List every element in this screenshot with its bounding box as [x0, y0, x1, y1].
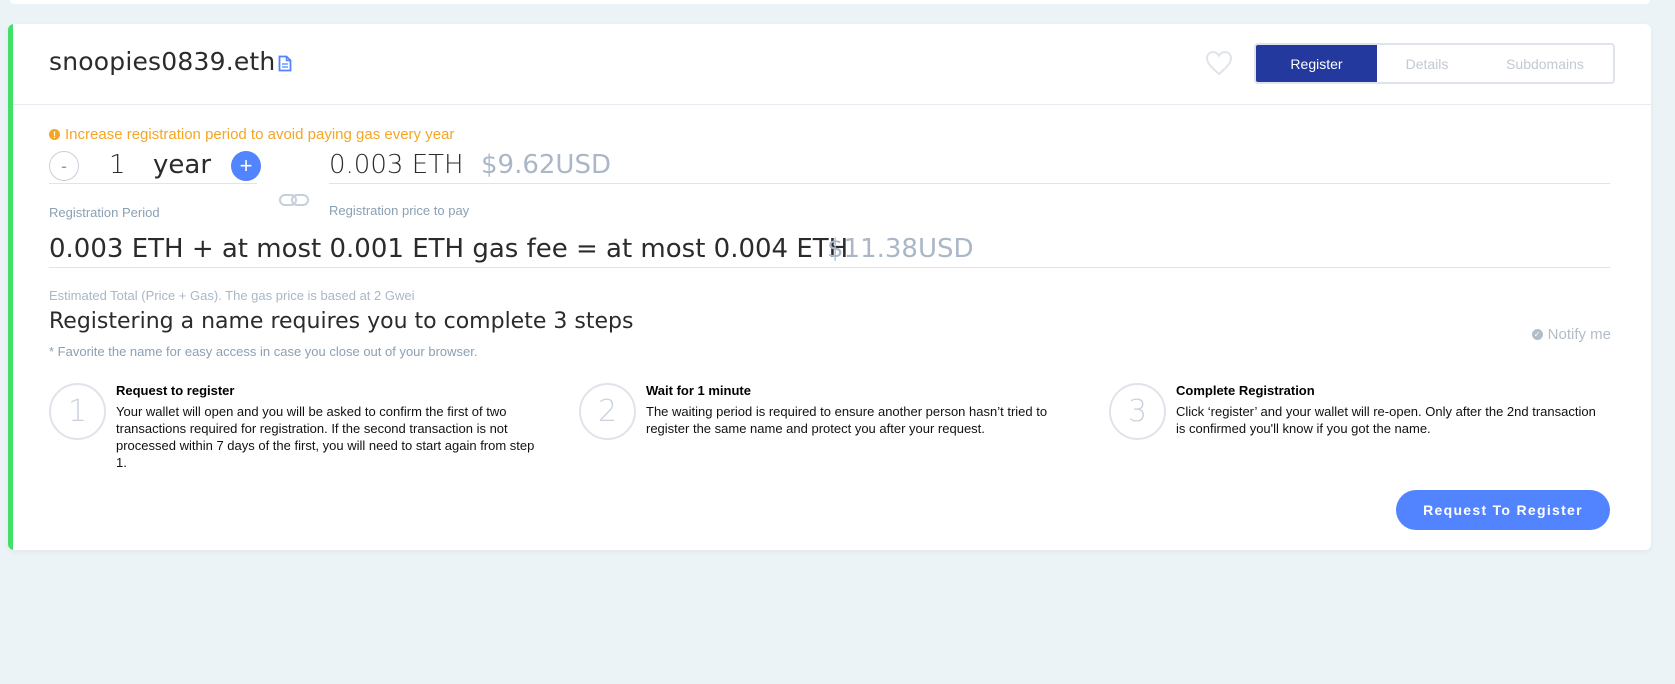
request-to-register-button[interactable]: Request To Register	[1396, 490, 1610, 530]
step-number: 1	[49, 383, 106, 440]
check-icon: ✓	[1531, 329, 1543, 340]
favorite-note: * Favorite the name for easy access in c…	[49, 344, 478, 359]
estimated-total: 0.003 ETH + at most 0.001 ETH gas fee = …	[49, 234, 1610, 268]
domain-registration-card: snoopies0839.eth Register Details Subdom…	[8, 24, 1651, 550]
increase-period-button[interactable]: +	[231, 151, 261, 181]
price-label: Registration price to pay	[329, 203, 470, 218]
step-title: Request to register	[116, 383, 235, 398]
heart-icon[interactable]	[1205, 50, 1233, 76]
total-label: Estimated Total (Price + Gas). The gas p…	[49, 288, 415, 303]
step-number: 2	[579, 383, 636, 440]
tab-register[interactable]: Register	[1256, 45, 1377, 82]
decrease-period-button[interactable]: -	[49, 151, 79, 181]
step-title: Wait for 1 minute	[646, 383, 751, 398]
period-value: 1	[109, 150, 126, 180]
step-1: 1 Request to register Your wallet will o…	[49, 383, 549, 483]
step-number: 3	[1109, 383, 1166, 440]
step-title: Complete Registration	[1176, 383, 1315, 398]
tab-subdomains[interactable]: Subdomains	[1477, 45, 1613, 82]
step-description: The waiting period is required to ensure…	[646, 404, 1048, 436]
registration-period-stepper: - 1 year +	[49, 149, 261, 184]
tab-details[interactable]: Details	[1377, 45, 1477, 82]
notify-me-toggle[interactable]: ✓ Notify me	[1531, 326, 1611, 343]
domain-name: snoopies0839.eth	[49, 47, 276, 76]
card-header: snoopies0839.eth Register Details Subdom…	[13, 24, 1651, 105]
price-usd: $9.62USD	[481, 150, 611, 180]
step-description: Click ‘register’ and your wallet will re…	[1176, 404, 1596, 436]
gas-warning: ! Increase registration period to avoid …	[49, 126, 454, 143]
period-unit: year	[153, 150, 212, 180]
total-usd: $11.38USD	[827, 234, 974, 264]
info-icon: !	[49, 129, 60, 140]
copy-icon[interactable]	[278, 55, 292, 72]
steps-title: Registering a name requires you to compl…	[49, 309, 634, 334]
total-eth: 0.003 ETH + at most 0.001 ETH gas fee = …	[49, 234, 849, 264]
gas-warning-text: Increase registration period to avoid pa…	[65, 126, 455, 143]
notify-label: Notify me	[1547, 326, 1611, 343]
step-description: Your wallet will open and you will be as…	[116, 404, 535, 470]
link-icon	[279, 194, 309, 206]
previous-card-edge	[10, 0, 1650, 4]
price-eth: 0.003 ETH	[329, 150, 464, 180]
view-tabs: Register Details Subdomains	[1254, 43, 1615, 84]
step-3: 3 Complete Registration Click ‘register’…	[1109, 383, 1609, 483]
step-2: 2 Wait for 1 minute The waiting period i…	[579, 383, 1079, 483]
period-label: Registration Period	[49, 205, 160, 220]
registration-price: 0.003 ETH $9.62USD	[329, 149, 1610, 184]
